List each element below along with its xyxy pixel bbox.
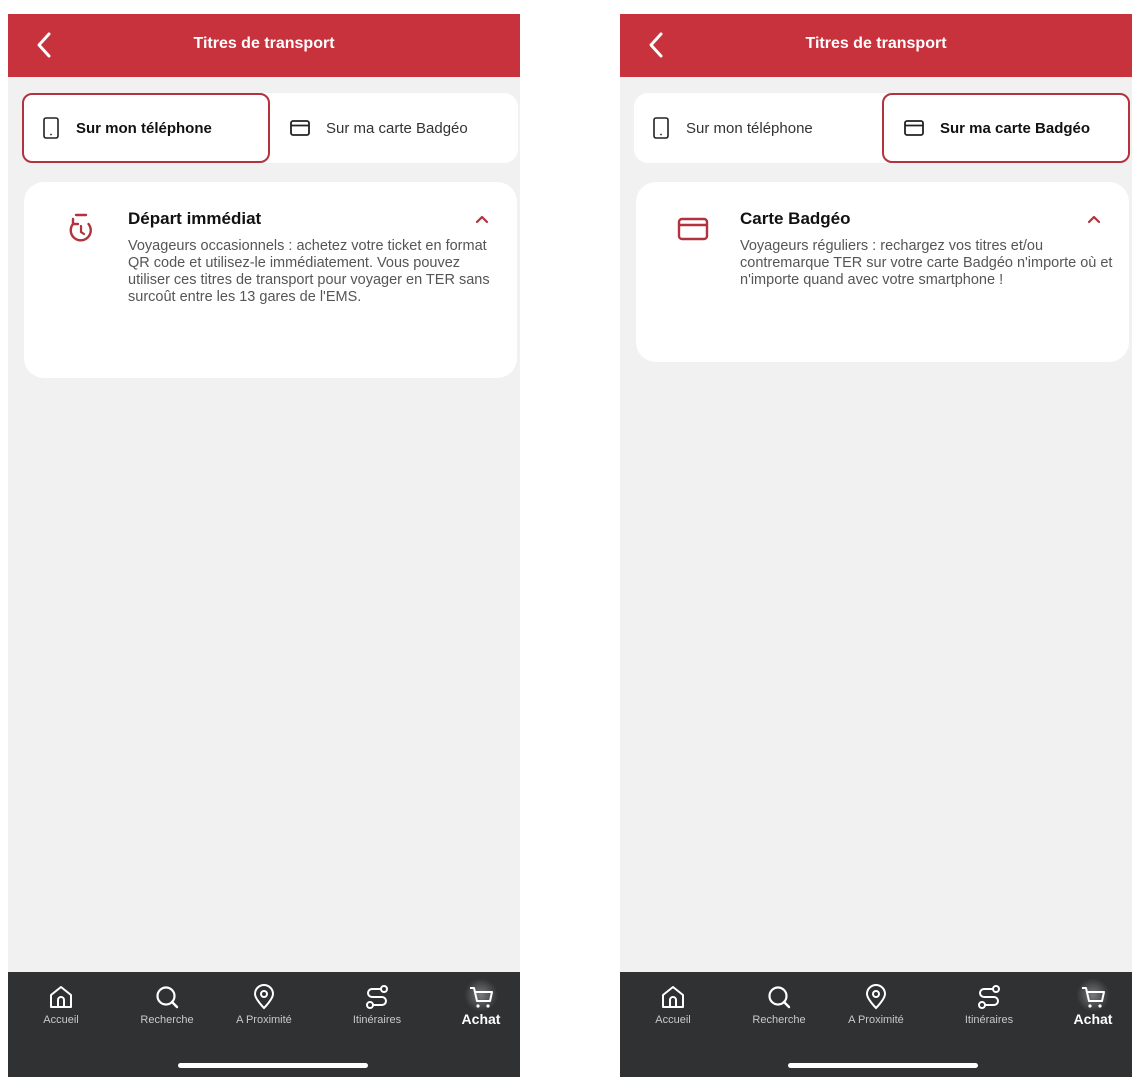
nav-label: Achat	[461, 1011, 501, 1027]
app-header: Titres de transport	[8, 14, 520, 77]
nav-label: Achat	[1073, 1011, 1113, 1027]
location-pin-icon	[253, 984, 275, 1010]
tab-phone-label: Sur mon téléphone	[76, 119, 212, 137]
tab-bar: Sur mon téléphone Sur ma carte Badgéo	[22, 93, 518, 163]
tab-card[interactable]: Sur ma carte Badgéo	[270, 93, 518, 163]
card-title: Carte Badgéo	[740, 209, 851, 228]
tab-card-label: Sur ma carte Badgéo	[940, 119, 1091, 137]
nav-achat[interactable]: Achat	[1042, 972, 1132, 1042]
cart-icon	[1082, 987, 1105, 1008]
home-icon	[662, 986, 684, 1008]
nav-recherche[interactable]: Recherche	[116, 972, 218, 1042]
route-icon	[978, 985, 1000, 1009]
nav-itineraires[interactable]: Itinéraires	[938, 972, 1040, 1042]
nav-label: Itinéraires	[964, 1014, 1014, 1026]
search-icon	[768, 986, 791, 1009]
app-header: Titres de transport	[620, 14, 1132, 77]
location-pin-icon	[865, 984, 887, 1010]
nav-label: Recherche	[140, 1014, 194, 1026]
nav-label: Accueil	[655, 1014, 691, 1026]
phone-screen-right: Titres de transport Sur mon téléphone Su…	[620, 14, 1132, 1077]
home-indicator	[178, 1063, 368, 1068]
nav-label: A Proximité	[236, 1014, 292, 1026]
phone-icon	[43, 117, 59, 139]
page-title: Titres de transport	[805, 35, 947, 52]
card-title: Départ immédiat	[128, 209, 262, 228]
home-icon	[50, 986, 72, 1008]
route-icon	[366, 985, 388, 1009]
card-icon	[677, 217, 709, 241]
nav-label: A Proximité	[848, 1014, 904, 1026]
nav-recherche[interactable]: Recherche	[728, 972, 830, 1042]
nav-itineraires[interactable]: Itinéraires	[326, 972, 428, 1042]
bottom-navigation: Accueil Recherche A Proximité Itinéraire…	[8, 972, 520, 1077]
collapse-button[interactable]	[471, 208, 493, 230]
collapse-button[interactable]	[1083, 208, 1105, 230]
search-icon	[156, 986, 179, 1009]
chevron-up-icon	[1087, 215, 1101, 224]
info-card: Départ immédiat Voyageurs occasionnels :…	[24, 182, 517, 378]
nav-proximite[interactable]: A Proximité	[825, 972, 927, 1042]
nav-label: Accueil	[43, 1014, 79, 1026]
nav-achat[interactable]: Achat	[430, 972, 520, 1042]
nav-accueil[interactable]: Accueil	[622, 972, 724, 1042]
home-indicator	[788, 1063, 978, 1068]
tab-card-label: Sur ma carte Badgéo	[326, 119, 468, 137]
timer-icon	[69, 213, 92, 242]
card-icon	[290, 120, 310, 136]
page-title: Titres de transport	[193, 35, 335, 52]
nav-label: Recherche	[752, 1014, 806, 1026]
phone-screen-left: Titres de transport Sur mon téléphone Su…	[8, 14, 520, 1077]
chevron-up-icon	[475, 215, 489, 224]
nav-accueil[interactable]: Accueil	[10, 972, 112, 1042]
card-icon	[904, 120, 924, 136]
cart-icon	[470, 987, 493, 1008]
card-description: Voyageurs occasionnels : achetez votre t…	[128, 238, 490, 305]
nav-proximite[interactable]: A Proximité	[213, 972, 315, 1042]
phone-icon	[653, 117, 669, 139]
card-description: Voyageurs réguliers : rechargez vos titr…	[740, 238, 1113, 288]
nav-label: Itinéraires	[352, 1014, 402, 1026]
tab-card[interactable]: Sur ma carte Badgéo	[882, 93, 1130, 163]
tab-phone-label: Sur mon téléphone	[686, 119, 813, 137]
tab-bar: Sur mon téléphone Sur ma carte Badgéo	[634, 93, 1130, 163]
info-card: Carte Badgéo Voyageurs réguliers : recha…	[636, 182, 1129, 362]
tab-phone[interactable]: Sur mon téléphone	[634, 93, 882, 163]
bottom-navigation: Accueil Recherche A Proximité Itinéraire…	[620, 972, 1132, 1077]
tab-phone[interactable]: Sur mon téléphone	[22, 93, 270, 163]
